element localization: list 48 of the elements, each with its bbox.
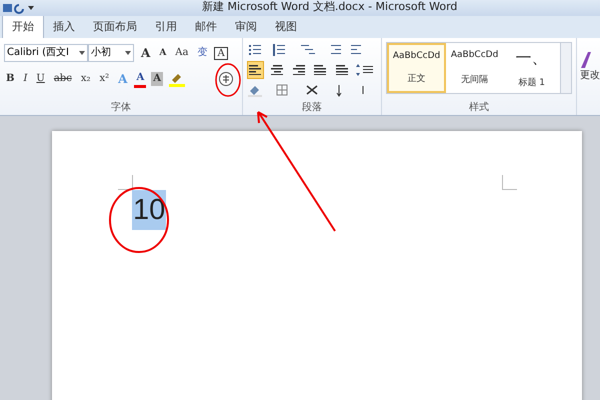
change-styles-label[interactable]: 更改 [580,68,600,82]
style-name: 无间隔 [461,74,488,86]
crop-mark [502,175,517,190]
style-item[interactable]: AaBbCcDd 正文 [387,43,446,93]
annotation-circle [215,63,241,97]
font-button[interactable]: A [151,72,163,86]
align-button[interactable] [247,61,264,79]
group-label: 段落 [301,100,323,114]
group-label: 字体 [110,100,132,114]
ribbon-tab[interactable]: 开始 [2,15,44,38]
annotation-circle [109,187,169,253]
window-title: 新建 Microsoft Word 文档.docx - Microsoft Word [202,0,458,14]
font-button[interactable]: I [21,72,30,86]
style-preview: 一、 [516,48,548,68]
ribbon-tab[interactable]: 引用 [146,16,186,38]
enclosed-character-icon[interactable] [218,71,234,87]
style-name: 标题 1 [518,76,545,88]
quick-access-icon[interactable] [2,2,36,14]
ribbon-tab[interactable]: 邮件 [186,16,226,38]
ribbon-tab[interactable]: 视图 [266,16,306,38]
font-button[interactable]: A [214,46,228,60]
font-name-field[interactable]: Calibri (西文Ⅰ [4,44,88,62]
document-text: 10 [132,190,166,230]
style-name: 正文 [408,72,426,86]
caret-icon[interactable] [125,51,131,55]
style-item[interactable]: AaBbCcDd 无间隔 [446,43,504,93]
font-button[interactable]: abc [52,72,74,86]
font-button[interactable]: B [4,72,16,86]
font-button[interactable]: A [134,70,146,88]
change-styles-icon[interactable] [580,52,594,68]
caret-icon[interactable] [79,51,85,55]
style-preview: AaBbCcDd [392,50,440,61]
font-button[interactable]: A [139,46,152,60]
group-label: 样式 [468,100,490,114]
font-button[interactable]: 变 [195,46,210,60]
ribbon-tab[interactable]: 插入 [44,16,84,38]
font-size-field[interactable]: 小初 [88,44,134,62]
ribbon-tab[interactable]: 审阅 [226,16,266,38]
style-item[interactable]: 一、 标题 1 [503,43,560,93]
font-button[interactable]: x₂ [78,72,92,86]
font-button[interactable]: A [157,46,168,60]
crop-mark [118,175,133,190]
font-button[interactable]: U [34,72,47,86]
font-button[interactable]: x² [97,72,112,86]
font-button[interactable]: Aa [173,46,190,60]
style-preview: AaBbCcDd [450,50,498,60]
highlighter-icon[interactable] [168,71,186,87]
ribbon-tab[interactable]: 页面布局 [84,16,146,38]
